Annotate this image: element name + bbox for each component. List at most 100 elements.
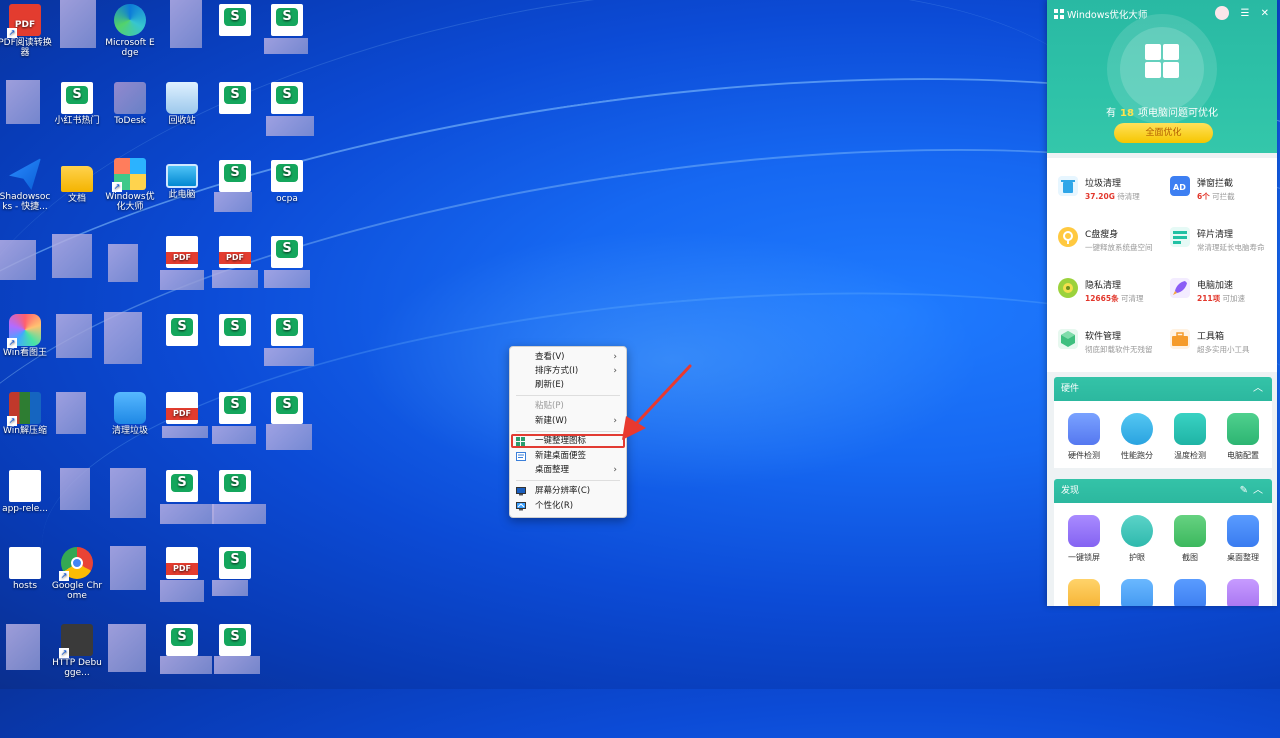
menu-item-refresh[interactable]: 刷新(E) bbox=[510, 378, 626, 392]
tool-more-2[interactable] bbox=[1114, 579, 1160, 606]
chevron-right-icon: › bbox=[613, 416, 617, 426]
discover-section-header[interactable]: 发现 ✎ ︿ bbox=[1054, 479, 1272, 503]
desktop-icon-http-debugger[interactable]: HTTP Debugge... bbox=[50, 624, 104, 678]
blurred-label bbox=[266, 116, 314, 136]
menu-item-label: 粘贴(P) bbox=[535, 401, 564, 411]
menu-item-new[interactable]: 新建(W) › bbox=[510, 414, 626, 428]
desktop-icon-wps-file[interactable] bbox=[208, 624, 262, 658]
desktop-icon-pdf-file[interactable] bbox=[208, 236, 262, 270]
desktop-icon-wps-file[interactable] bbox=[208, 82, 262, 116]
rocket-icon bbox=[1170, 278, 1190, 298]
tool-more-1[interactable] bbox=[1061, 579, 1107, 606]
tool-pc-config[interactable]: 电脑配置 bbox=[1220, 413, 1266, 461]
feature-popup-block[interactable]: AD 弹窗拦截 6个 可拦截 bbox=[1159, 158, 1269, 208]
menu-item-new-sticky-note[interactable]: 新建桌面便签 bbox=[510, 449, 626, 463]
close-icon[interactable]: ✕ bbox=[1261, 8, 1269, 19]
desktop-icon-this-pc[interactable]: 此电脑 bbox=[155, 160, 209, 200]
desktop-icon-label: 小红书热门 bbox=[54, 116, 100, 126]
edit-icon[interactable]: ✎ bbox=[1240, 479, 1248, 503]
desktop-icon-wps-file[interactable] bbox=[208, 547, 262, 581]
desktop-icon-wps-file[interactable] bbox=[155, 470, 209, 504]
section-title: 发现 bbox=[1061, 486, 1080, 496]
desktop-icon-wps-file[interactable] bbox=[208, 314, 262, 348]
thermometer-icon bbox=[1174, 413, 1206, 445]
feature-value: 37.20G bbox=[1085, 192, 1115, 201]
tool-desktop-organize[interactable]: 桌面整理 bbox=[1220, 515, 1266, 563]
tool-label: 温度检测 bbox=[1174, 451, 1206, 460]
tool-hardware-detect[interactable]: 硬件检测 bbox=[1061, 413, 1107, 461]
menu-item-sort-by[interactable]: 排序方式(I) › bbox=[510, 364, 626, 378]
desktop-icon-ocpa[interactable]: ocpa bbox=[260, 160, 314, 204]
menu-icon[interactable]: ☰ bbox=[1240, 8, 1249, 19]
feature-junk-clean[interactable]: 垃圾清理 37.20G 待清理 bbox=[1047, 158, 1157, 208]
feature-c-drive-slim[interactable]: C盘瘦身 一键释放系统盘空间 bbox=[1047, 209, 1157, 259]
desktop-icon-wps-file[interactable] bbox=[208, 4, 262, 38]
desktop-context-menu: 查看(V) › 排序方式(I) › 刷新(E) 粘贴(P) 新建(W) › 一键… bbox=[509, 346, 627, 518]
blurred-label bbox=[160, 270, 204, 290]
blurred-icon bbox=[110, 468, 146, 518]
desktop-icon-label: ToDesk bbox=[114, 116, 146, 126]
feature-value: 12665条 bbox=[1085, 294, 1119, 303]
desktop-icon-recycle-bin[interactable]: 回收站 bbox=[155, 82, 209, 126]
menu-item-view[interactable]: 查看(V) › bbox=[510, 350, 626, 364]
desktop-icon-label: app-rele... bbox=[2, 504, 48, 514]
tool-screenshot[interactable]: 截图 bbox=[1167, 515, 1213, 563]
desktop-icon-wps-file[interactable] bbox=[208, 160, 262, 194]
desktop-icon-wps-file[interactable] bbox=[260, 314, 314, 348]
desktop-icon-label: 回收站 bbox=[168, 116, 196, 126]
feature-fragment-clean[interactable]: 碎片清理 常清理延长电脑寿命 bbox=[1159, 209, 1269, 259]
feature-software-manager[interactable]: 软件管理 彻底卸载软件无残留 bbox=[1047, 311, 1157, 361]
chevron-up-icon[interactable]: ︿ bbox=[1253, 377, 1263, 401]
desktop-icon-pdf-file[interactable] bbox=[155, 392, 209, 426]
desktop-icon-documents[interactable]: 文档 bbox=[50, 160, 104, 204]
desktop-icon-shadowsocks[interactable]: Shadowsocks - 快捷... bbox=[0, 158, 52, 212]
tool-benchmark[interactable]: 性能跑分 bbox=[1114, 413, 1160, 461]
ad-block-icon: AD bbox=[1170, 176, 1190, 196]
desktop-icon-wps-file[interactable] bbox=[208, 392, 262, 426]
desktop-icon-win-viewer[interactable]: Win看图王 bbox=[0, 314, 52, 358]
feature-privacy-clean[interactable]: 隐私清理 12665条 可清理 bbox=[1047, 260, 1157, 310]
desktop-icon-wps-file[interactable] bbox=[260, 4, 314, 38]
feature-toolbox[interactable]: 工具箱 超多实用小工具 bbox=[1159, 311, 1269, 361]
desktop-icon-app-release[interactable]: app-rele... bbox=[0, 470, 52, 514]
settings-panel-icon bbox=[1227, 413, 1259, 445]
menu-item-personalize[interactable]: 个性化(R) bbox=[510, 499, 626, 513]
desktop-icon-wps-file[interactable] bbox=[208, 470, 262, 504]
feature-pc-speedup[interactable]: 电脑加速 211项 可加速 bbox=[1159, 260, 1269, 310]
desktop-icon-wps-file[interactable] bbox=[260, 392, 314, 426]
desktop-icon-wps-file[interactable] bbox=[155, 314, 209, 348]
chevron-right-icon: › bbox=[613, 366, 617, 376]
avatar[interactable] bbox=[1215, 6, 1230, 20]
desktop-icon-wps-file[interactable] bbox=[260, 82, 314, 116]
blurred-icon bbox=[56, 314, 92, 358]
desktop-icon-chrome[interactable]: Google Chrome bbox=[50, 547, 104, 601]
desktop-icon-pdf-file[interactable] bbox=[155, 236, 209, 270]
desktop-icon-wps-file[interactable] bbox=[260, 236, 314, 270]
tool-more-3[interactable] bbox=[1167, 579, 1213, 606]
desktop-icon-edge[interactable]: Microsoft Edge bbox=[103, 4, 157, 58]
blurred-label bbox=[212, 270, 258, 288]
desktop-icon-hosts[interactable]: hosts bbox=[0, 547, 52, 591]
chevron-up-icon[interactable]: ︿ bbox=[1253, 479, 1263, 503]
desktop-icon-clean-junk[interactable]: 清理垃圾 bbox=[103, 392, 157, 436]
desktop-icon-wps-file[interactable] bbox=[155, 624, 209, 658]
tool-eye-care[interactable]: 护眼 bbox=[1114, 515, 1160, 563]
feature-desc-text: 待清理 bbox=[1117, 192, 1140, 201]
issue-status: 有 18 项电脑问题可优化 bbox=[1047, 104, 1277, 119]
desktop-icon-win-unzip[interactable]: Win解压缩 bbox=[0, 392, 52, 436]
menu-item-desktop-organize[interactable]: 桌面整理 › bbox=[510, 463, 626, 477]
hardware-section-header[interactable]: 硬件 ︿ bbox=[1054, 377, 1272, 401]
pdf-file-icon bbox=[166, 547, 198, 579]
menu-item-screen-resolution[interactable]: 屏幕分辨率(C) bbox=[510, 484, 626, 498]
desktop-icon-todesk[interactable]: ToDesk bbox=[103, 82, 157, 126]
tool-lock-screen[interactable]: 一键锁屏 bbox=[1061, 515, 1107, 563]
desktop-icon-xiaohongshu[interactable]: 小红书热门 bbox=[50, 82, 104, 126]
hardware-tools: 硬件检测 性能跑分 温度检测 电脑配置 bbox=[1054, 401, 1272, 468]
full-optimize-button[interactable]: 全面优化 bbox=[1114, 123, 1213, 143]
trash-can-icon bbox=[1058, 176, 1078, 196]
desktop-icon-pdf-file[interactable] bbox=[155, 547, 209, 581]
tool-temperature[interactable]: 温度检测 bbox=[1167, 413, 1213, 461]
tool-more-4[interactable] bbox=[1220, 579, 1266, 606]
desktop-icon-windows-optimizer[interactable]: Windows优化大师 bbox=[103, 158, 157, 212]
desktop-icon-pdf-converter[interactable]: PDF阅读转换器 bbox=[0, 4, 52, 58]
